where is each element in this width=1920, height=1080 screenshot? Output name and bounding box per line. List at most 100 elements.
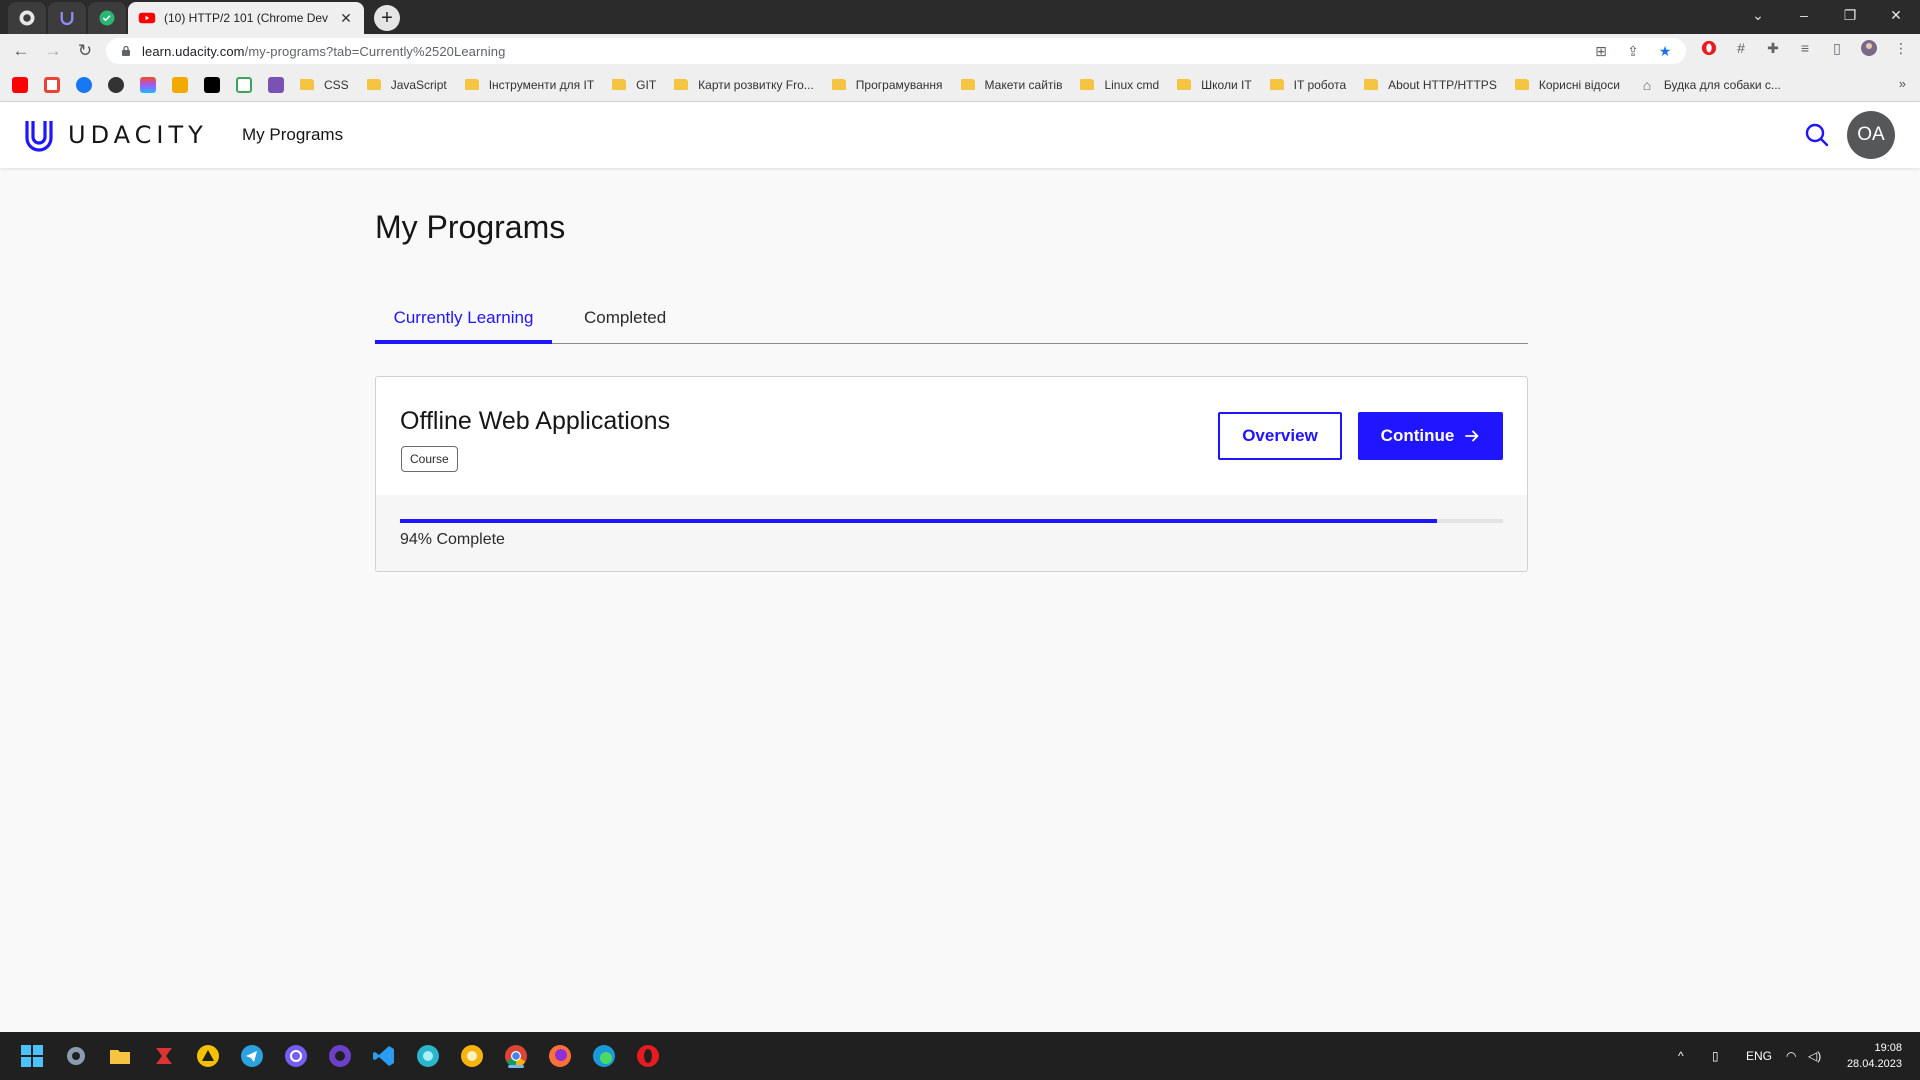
bookmark-folder[interactable]: IT робота: [1269, 78, 1346, 92]
firefox-icon: [549, 1045, 571, 1067]
folder-icon: [612, 79, 627, 90]
bookmark-label: Linux cmd: [1104, 77, 1160, 92]
url-path: /my-programs?tab=Currently%2520Learning: [244, 43, 506, 59]
search-icon[interactable]: [1804, 122, 1830, 148]
clock-time: 19:08: [1874, 1042, 1902, 1054]
user-avatar[interactable]: OA: [1847, 111, 1895, 159]
browser-toolbar: ← → ↻ learn.udacity.com/my-programs?tab=…: [0, 34, 1920, 68]
translate-icon[interactable]: ⊞: [1592, 42, 1610, 60]
wifi-icon[interactable]: ◠: [1786, 1032, 1796, 1080]
volume-icon[interactable]: ◁): [1808, 1032, 1821, 1080]
new-tab-button[interactable]: +: [374, 5, 400, 31]
taskbar-settings[interactable]: [62, 1042, 90, 1070]
side-panel-icon[interactable]: ▯: [1828, 39, 1846, 57]
taskbar-app-teal[interactable]: [414, 1042, 442, 1070]
bookmark-folder[interactable]: GIT: [612, 78, 656, 92]
bookmark-label: Програмування: [855, 77, 943, 92]
pinned-tab-github[interactable]: [8, 2, 46, 34]
extensions-puzzle-icon[interactable]: ✚: [1764, 39, 1782, 57]
program-title[interactable]: Offline Web Applications: [400, 407, 670, 436]
browser-tab-strip: (10) HTTP/2 101 (Chrome Dev Su ✕ + ⌄ – ❐…: [0, 0, 1920, 34]
bookmark-star-icon[interactable]: ★: [1656, 42, 1674, 60]
tab-close-icon[interactable]: ✕: [338, 10, 354, 27]
tray-overflow-chevron[interactable]: ^: [1678, 1032, 1684, 1080]
taskbar-clock[interactable]: 19:08 28.04.2023: [1847, 1040, 1902, 1072]
github-bookmark-icon[interactable]: [108, 76, 124, 93]
taskbar-chrome[interactable]: [502, 1042, 530, 1070]
viber-icon: [285, 1045, 307, 1067]
taskbar-firefox[interactable]: [546, 1042, 574, 1070]
bookmark-folder[interactable]: JavaScript: [366, 78, 447, 92]
taskbar-viber[interactable]: [282, 1042, 310, 1070]
bookmark-item-doghouse[interactable]: ⌂ Будка для собаки с...: [1638, 76, 1781, 94]
bookmark-folder[interactable]: Карти розвитку Fro...: [674, 78, 814, 92]
url-host: learn.udacity.com: [142, 43, 245, 59]
tab-currently-learning[interactable]: Currently Learning: [375, 308, 552, 344]
tab-search-icon[interactable]: ⌄: [1738, 4, 1778, 26]
address-bar[interactable]: learn.udacity.com/my-programs?tab=Curren…: [106, 38, 1686, 64]
nav-my-programs[interactable]: My Programs: [242, 125, 343, 145]
url-text: learn.udacity.com/my-programs?tab=Curren…: [142, 44, 505, 59]
taskbar-filezilla[interactable]: [150, 1042, 178, 1070]
minimize-button[interactable]: –: [1784, 4, 1824, 26]
reload-icon[interactable]: ↻: [72, 39, 98, 63]
pinned-tab-extension[interactable]: [88, 2, 126, 34]
overview-button[interactable]: Overview: [1218, 412, 1342, 460]
facebook-bookmark-icon[interactable]: [76, 76, 92, 93]
bookmark-label: About HTTP/HTTPS: [1388, 77, 1497, 92]
opera-extension-icon[interactable]: [1700, 39, 1718, 57]
program-card: Offline Web Applications Course Overview…: [375, 376, 1528, 572]
vscode-icon: [373, 1046, 394, 1066]
figma-bookmark-icon[interactable]: [140, 76, 156, 93]
bookmarks-overflow-icon[interactable]: »: [1899, 76, 1906, 91]
lock-icon: [122, 45, 130, 56]
udacity-logo[interactable]: UDACITY: [22, 118, 208, 152]
reading-list-icon[interactable]: ≡: [1796, 39, 1814, 57]
language-indicator[interactable]: ENG: [1746, 1032, 1772, 1080]
taskbar-file-explorer[interactable]: [106, 1042, 134, 1070]
udacity-logo-icon: [25, 121, 53, 152]
bookmark-folder[interactable]: Інструменти для IT: [464, 78, 594, 92]
taskbar-vscode[interactable]: [370, 1042, 398, 1070]
page-title: My Programs: [375, 209, 566, 245]
share-icon[interactable]: ⇪: [1624, 42, 1642, 60]
bootstrap-bookmark-icon[interactable]: [268, 76, 284, 93]
close-window-button[interactable]: ✕: [1876, 4, 1916, 26]
active-browser-tab[interactable]: (10) HTTP/2 101 (Chrome Dev Su ✕: [128, 2, 364, 34]
back-icon[interactable]: ←: [8, 39, 34, 63]
gmail-bookmark-icon[interactable]: [44, 76, 60, 93]
grid-extension-icon[interactable]: #: [1732, 39, 1750, 57]
taskbar-edge[interactable]: [590, 1042, 618, 1070]
bookmark-folder[interactable]: About HTTP/HTTPS: [1364, 78, 1497, 92]
program-tabs: Currently Learning Completed: [375, 300, 1528, 344]
usb-icon[interactable]: ▯: [1712, 1032, 1719, 1080]
taskbar-app-yellow[interactable]: [194, 1042, 222, 1070]
continue-label: Continue: [1380, 426, 1455, 445]
profile-icon[interactable]: [1860, 39, 1878, 57]
codepen-bookmark-icon[interactable]: [172, 76, 188, 93]
bookmark-folder[interactable]: Програмування: [831, 77, 943, 92]
bookmark-label: Школи IT: [1201, 77, 1252, 92]
gear-icon: [67, 1047, 85, 1065]
pinned-tab-udacity[interactable]: [48, 2, 86, 34]
chrome-menu-icon[interactable]: ⋮: [1892, 39, 1910, 57]
w-bookmark-icon[interactable]: [236, 76, 252, 93]
bookmark-folder[interactable]: Школи IT: [1177, 78, 1252, 92]
taskbar-chrome-canary[interactable]: [458, 1042, 486, 1070]
tab-completed[interactable]: Completed: [584, 308, 666, 328]
taskbar-opera[interactable]: [634, 1042, 662, 1070]
youtube-bookmark-icon[interactable]: [12, 76, 28, 93]
bookmark-folder[interactable]: Корисні відоси: [1514, 78, 1620, 92]
bookmark-folder[interactable]: Linux cmd: [1080, 78, 1159, 92]
filezilla-icon: [156, 1048, 172, 1064]
taskbar-telegram[interactable]: [238, 1042, 266, 1070]
start-button[interactable]: [18, 1042, 46, 1070]
taskbar-github-desktop[interactable]: [326, 1042, 354, 1070]
bookmark-folder[interactable]: CSS: [300, 78, 349, 92]
bookmark-folder[interactable]: Макети сайтів: [960, 78, 1062, 92]
udacity-icon: [60, 12, 74, 26]
forward-icon[interactable]: →: [40, 39, 66, 63]
medium-bookmark-icon[interactable]: [204, 76, 220, 93]
continue-button[interactable]: Continue: [1358, 412, 1503, 460]
restore-button[interactable]: ❐: [1830, 4, 1870, 26]
